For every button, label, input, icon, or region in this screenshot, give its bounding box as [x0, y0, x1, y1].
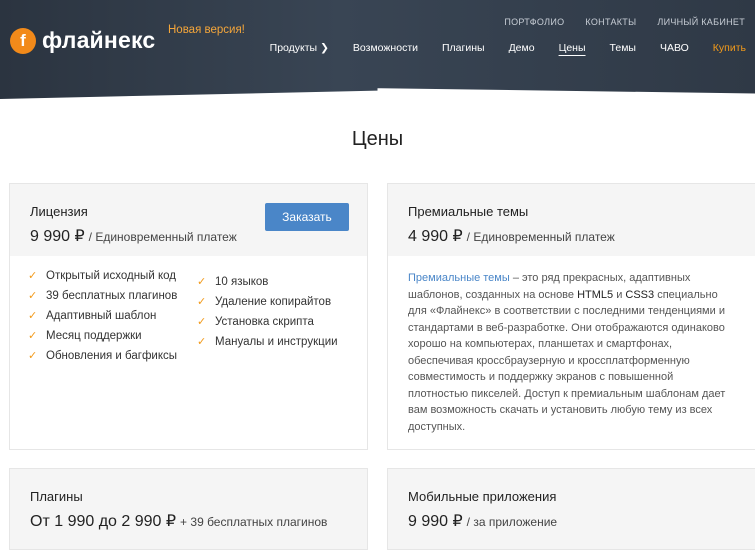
- license-price-value: 9 990 ₽: [30, 228, 85, 245]
- mobile-price: 9 990 ₽ / за приложение: [408, 511, 736, 531]
- logo[interactable]: f флайнекс: [10, 27, 155, 54]
- feature-item: Удаление копирайтов: [197, 292, 338, 312]
- logo-icon: f: [10, 27, 36, 54]
- nav-item-demo[interactable]: Демо: [509, 42, 535, 54]
- mobile-price-note: / за приложение: [466, 515, 558, 529]
- license-features-right: 10 языков Удаление копирайтов Установка …: [197, 272, 338, 352]
- chevron-down-icon: ❯: [320, 42, 329, 54]
- mobile-card: Мобильные приложения 9 990 ₽ / за приложе…: [387, 468, 755, 550]
- premium-price: 4 990 ₽ / Единовременный платеж: [408, 226, 736, 246]
- nav-item-buy[interactable]: Купить: [713, 42, 746, 54]
- feature-item: Месяц поддержки: [28, 326, 177, 346]
- premium-price-note: / Единовременный платеж: [466, 230, 615, 244]
- license-features-left: Открытый исходный код 39 бесплатных плаг…: [28, 266, 177, 366]
- nav-item-products[interactable]: Продукты ❯: [270, 42, 329, 54]
- nav-item-plugins[interactable]: Плагины: [442, 42, 485, 54]
- nav-item-faq[interactable]: ЧАВО: [660, 42, 689, 54]
- feature-item: Установка скрипта: [197, 312, 338, 332]
- mobile-card-header: Мобильные приложения 9 990 ₽ / за приложе…: [388, 469, 755, 549]
- premium-title: Премиальные темы: [408, 204, 529, 219]
- plugins-card-header: Плагины От 1 990 до 2 990 ₽ + 39 бесплатн…: [10, 469, 367, 549]
- top-link-account[interactable]: ЛИЧНЫЙ КАБИНЕТ: [657, 17, 745, 27]
- license-card-header: Лицензия 9 990 ₽ / Единовременный платеж …: [10, 184, 367, 256]
- desc-text: и: [613, 288, 626, 301]
- premium-card: Премиальные темы 4 990 ₽ / Единовременный…: [387, 183, 755, 450]
- premium-price-value: 4 990 ₽: [408, 228, 463, 245]
- premium-card-header: Премиальные темы 4 990 ₽ / Единовременный…: [388, 184, 755, 256]
- feature-item: Адаптивный шаблон: [28, 306, 177, 326]
- license-card: Лицензия 9 990 ₽ / Единовременный платеж …: [9, 183, 368, 450]
- plugins-price: От 1 990 до 2 990 ₽ + 39 бесплатных плаги…: [30, 511, 347, 531]
- order-button[interactable]: Заказать: [265, 203, 349, 231]
- license-price-note: / Единовременный платеж: [88, 230, 237, 244]
- plugins-card: Плагины От 1 990 до 2 990 ₽ + 39 бесплатн…: [9, 468, 368, 550]
- plugins-price-note: + 39 бесплатных плагинов: [180, 515, 328, 529]
- plugins-price-value: От 1 990 до 2 990 ₽: [30, 513, 177, 530]
- feature-item: 10 языков: [197, 272, 338, 292]
- nav-item-themes[interactable]: Темы: [610, 42, 636, 54]
- nav-item-prices[interactable]: Цены: [559, 42, 586, 54]
- site-header: f флайнекс Новая версия! ПОРТФОЛИО КОНТА…: [0, 0, 755, 104]
- feature-item: Обновления и багфиксы: [28, 346, 177, 366]
- mobile-title: Мобильные приложения: [408, 489, 557, 504]
- premium-description: Премиальные темы – это ряд прекрасных, а…: [408, 270, 728, 435]
- feature-item: Мануалы и инструкции: [197, 332, 338, 352]
- desc-text: специально для «Флайнекс» в соответствии…: [408, 288, 726, 433]
- nav-item-features[interactable]: Возможности: [353, 42, 418, 54]
- new-version-link[interactable]: Новая версия!: [168, 24, 245, 36]
- page-title: Цены: [351, 128, 404, 150]
- logo-text: флайнекс: [42, 27, 156, 53]
- feature-item: Открытый исходный код: [28, 266, 177, 286]
- top-links: ПОРТФОЛИО КОНТАКТЫ ЛИЧНЫЙ КАБИНЕТ: [504, 17, 745, 27]
- top-link-contacts[interactable]: КОНТАКТЫ: [585, 17, 636, 27]
- desc-html5: HTML5: [577, 288, 614, 301]
- top-link-portfolio[interactable]: ПОРТФОЛИО: [504, 17, 564, 27]
- feature-item: 39 бесплатных плагинов: [28, 286, 177, 306]
- nav-item-products-label: Продукты: [269, 42, 318, 54]
- desc-css3: CSS3: [625, 288, 655, 301]
- plugins-title: Плагины: [30, 489, 83, 504]
- premium-themes-link[interactable]: Премиальные темы: [408, 272, 510, 284]
- main-nav: Продукты ❯ Возможности Плагины Демо Цены …: [270, 42, 746, 54]
- mobile-price-value: 9 990 ₽: [408, 513, 463, 530]
